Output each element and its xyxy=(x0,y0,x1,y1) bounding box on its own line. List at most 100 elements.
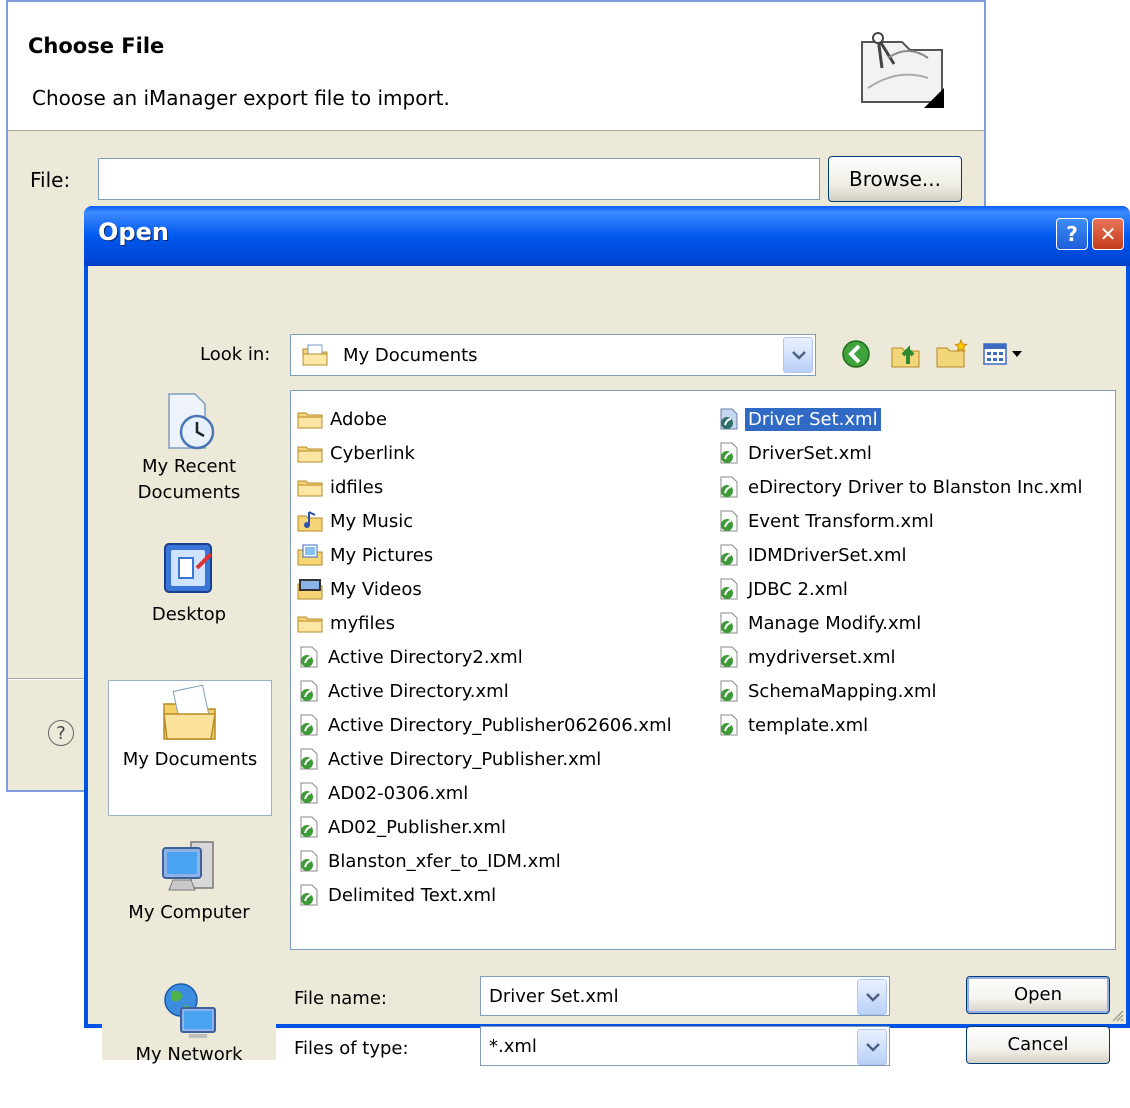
back-icon[interactable] xyxy=(838,336,874,372)
file-list-item-active-directory-publisher[interactable]: Active Directory_Publisher.xml xyxy=(297,744,604,774)
file-name: Active Directory_Publisher062606.xml xyxy=(328,714,672,736)
file-name: My Videos xyxy=(330,578,422,600)
file-name: SchemaMapping.xml xyxy=(748,680,937,702)
file-name: Driver Set.xml xyxy=(744,406,882,432)
file-list-item-driver-set[interactable]: Driver Set.xml xyxy=(717,404,882,434)
file-list-item-blanston-xfer[interactable]: Blanston_xfer_to_IDM.xml xyxy=(297,846,564,876)
wizard-title: Choose File xyxy=(28,34,165,58)
file-name: Blanston_xfer_to_IDM.xml xyxy=(328,850,561,872)
file-list-item-edirectory-driver[interactable]: eDirectory Driver to Blanston Inc.xml xyxy=(717,472,1086,502)
file-list-item-event-transform[interactable]: Event Transform.xml xyxy=(717,506,937,536)
file-list-item-active-directory-publisher062606[interactable]: Active Directory_Publisher062606.xml xyxy=(297,710,675,740)
file-name: Event Transform.xml xyxy=(748,510,934,532)
file-list-item-myfiles[interactable]: myfiles xyxy=(297,608,398,638)
file-name: My Music xyxy=(330,510,414,532)
file-list-item-idfiles[interactable]: idfiles xyxy=(297,472,386,502)
my-documents-icon xyxy=(302,344,328,366)
file-name: Manage Modify.xml xyxy=(748,612,922,634)
place-label: My Computer xyxy=(128,902,250,923)
open-dialog-titlebar[interactable]: Open ? ✕ xyxy=(84,206,1130,266)
my-network-icon xyxy=(164,983,216,1038)
views-menu-icon[interactable] xyxy=(980,336,1036,372)
file-list-item-active-directory[interactable]: Active Directory.xml xyxy=(297,676,512,706)
places-bar: My Recent Documents Desktop My Documents… xyxy=(102,390,276,1065)
file-name-combobox[interactable]: Driver Set.xml xyxy=(480,976,890,1016)
file-list-item-my-music[interactable]: My Music xyxy=(297,506,416,536)
wizard-description: Choose an iManager export file to import… xyxy=(32,86,450,110)
file-list-item-adobe[interactable]: Adobe xyxy=(297,404,390,434)
xml-file-icon xyxy=(720,476,738,498)
xml-file-icon xyxy=(720,714,738,736)
file-name: AD02-0306.xml xyxy=(328,782,469,804)
desktop-icon xyxy=(164,543,213,593)
file-list-item-idmdriverset[interactable]: IDMDriverSet.xml xyxy=(717,540,910,570)
wizard-file-input[interactable] xyxy=(98,158,820,200)
file-list-item-my-videos[interactable]: My Videos xyxy=(297,574,425,604)
file-name: idfiles xyxy=(330,476,384,498)
resize-grip-icon[interactable] xyxy=(1110,1008,1124,1022)
file-name-value[interactable]: Driver Set.xml xyxy=(489,986,619,1007)
look-in-dropdown-button[interactable] xyxy=(783,337,813,373)
file-list-item-manage-modify[interactable]: Manage Modify.xml xyxy=(717,608,924,638)
help-button[interactable]: ? xyxy=(1056,218,1088,250)
open-button[interactable]: Open xyxy=(966,976,1110,1014)
new-folder-icon[interactable] xyxy=(934,336,970,372)
file-list-item-active-directory2[interactable]: Active Directory2.xml xyxy=(297,642,526,672)
file-name: DriverSet.xml xyxy=(748,442,872,464)
xml-file-icon xyxy=(300,714,318,736)
browse-button[interactable]: Browse... xyxy=(828,156,962,202)
xml-file-icon xyxy=(300,646,318,668)
xml-file-icon xyxy=(720,544,738,566)
xml-file-icon xyxy=(720,646,738,668)
xml-file-icon xyxy=(300,816,318,838)
file-name: My Pictures xyxy=(330,544,434,566)
file-list-item-mydriverset[interactable]: mydriverset.xml xyxy=(717,642,899,672)
file-name: Active Directory_Publisher.xml xyxy=(328,748,602,770)
xml-file-icon xyxy=(300,782,318,804)
place-label: My Recent xyxy=(141,456,237,477)
wizard-logo-icon xyxy=(861,32,944,108)
file-list-item-delimited-text[interactable]: Delimited Text.xml xyxy=(297,880,499,910)
file-list-item-cyberlink[interactable]: Cyberlink xyxy=(297,438,418,468)
file-list-item-driverset[interactable]: DriverSet.xml xyxy=(717,438,875,468)
xml-file-icon xyxy=(300,884,318,906)
place-my-computer[interactable]: My Computer xyxy=(102,836,276,966)
up-folder-icon[interactable] xyxy=(888,336,924,372)
file-list-item-ad02-0306[interactable]: AD02-0306.xml xyxy=(297,778,471,808)
open-dialog-body: Look in: My Documents My Recent Document… xyxy=(88,266,1126,1066)
files-of-type-value: *.xml xyxy=(489,1036,537,1057)
place-my-recent-documents[interactable]: My Recent Documents xyxy=(102,390,276,520)
cancel-button[interactable]: Cancel xyxy=(966,1026,1110,1064)
chevron-down-icon xyxy=(866,1043,880,1052)
my-documents-icon xyxy=(163,684,216,740)
videos-folder-icon xyxy=(297,579,323,600)
file-name: mydriverset.xml xyxy=(748,646,896,668)
file-name-label: File name: xyxy=(294,988,387,1009)
file-list-item-schemamapping[interactable]: SchemaMapping.xml xyxy=(717,676,940,706)
xml-file-icon xyxy=(720,578,738,600)
xml-file-icon xyxy=(720,612,738,634)
file-name: Active Directory2.xml xyxy=(328,646,523,668)
place-desktop[interactable]: Desktop xyxy=(102,538,276,668)
my-computer-icon xyxy=(162,841,214,891)
look-in-value: My Documents xyxy=(343,345,478,366)
xml-file-icon xyxy=(300,680,318,702)
xml-file-icon xyxy=(720,510,738,532)
file-list-item-jdbc2[interactable]: JDBC 2.xml xyxy=(717,574,851,604)
place-my-network[interactable]: My Network xyxy=(102,978,276,1108)
look-in-dropdown[interactable]: My Documents xyxy=(290,334,816,376)
xml-file-icon xyxy=(720,442,738,464)
files-of-type-combobox[interactable]: *.xml xyxy=(480,1026,890,1066)
file-list-item-ad02-publisher[interactable]: AD02_Publisher.xml xyxy=(297,812,509,842)
folder-icon xyxy=(297,446,323,463)
close-button[interactable]: ✕ xyxy=(1092,218,1124,250)
files-of-type-dropdown-button[interactable] xyxy=(857,1029,887,1065)
xml-file-icon xyxy=(300,850,318,872)
wizard-help-icon[interactable]: ? xyxy=(48,720,74,746)
file-list[interactable]: Adobe Cyberlink idfiles My Music My Pict… xyxy=(290,390,1116,950)
file-name-dropdown-button[interactable] xyxy=(857,979,887,1015)
file-list-item-template[interactable]: template.xml xyxy=(717,710,871,740)
file-name: eDirectory Driver to Blanston Inc.xml xyxy=(748,476,1083,498)
place-my-documents[interactable]: My Documents xyxy=(108,680,272,816)
file-list-item-my-pictures[interactable]: My Pictures xyxy=(297,540,436,570)
